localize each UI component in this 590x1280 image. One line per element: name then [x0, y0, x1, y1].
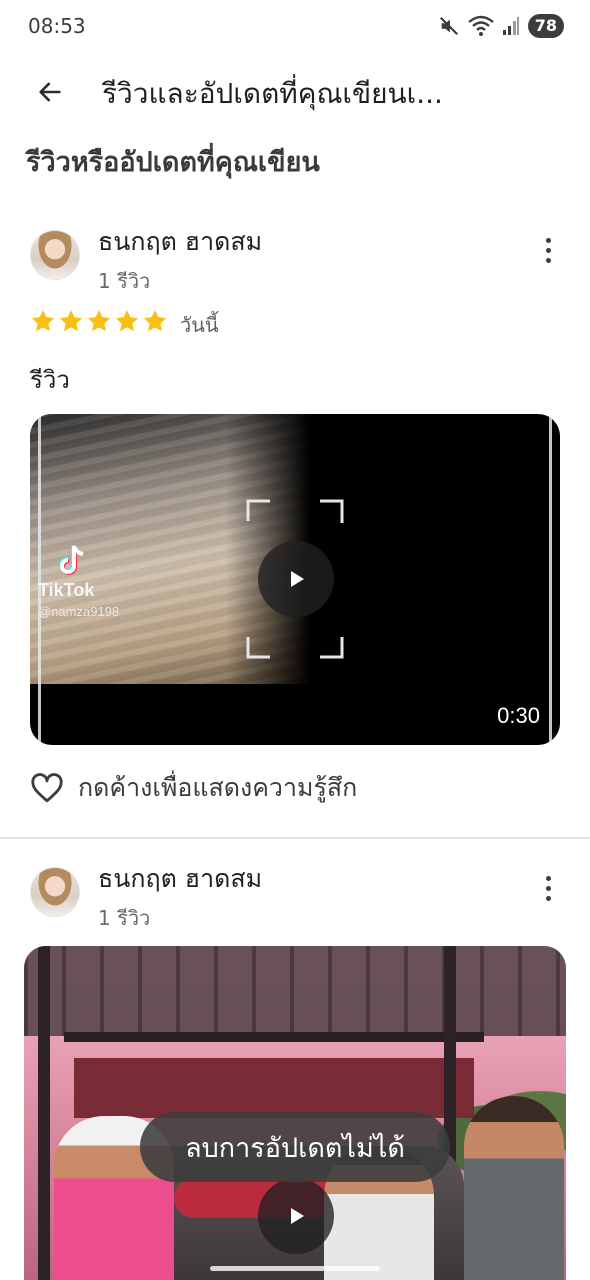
- tiktok-username: @namza9198: [38, 604, 120, 619]
- author-review-count: 1 รีวิว: [98, 269, 151, 293]
- more-vert-icon: [545, 237, 551, 243]
- status-icons: 78: [438, 14, 564, 38]
- app-bar: รีวิวและอัปเดตที่คุณเขียนเ...: [0, 56, 590, 128]
- avatar[interactable]: [30, 230, 80, 280]
- status-time: 08:53: [28, 14, 86, 38]
- heart-outline-icon: [31, 773, 63, 803]
- reaction-button[interactable]: กดค้างเพื่อแสดงความรู้สึก: [30, 768, 357, 808]
- author-review-count: 1 รีวิว: [98, 906, 151, 930]
- gesture-nav-handle[interactable]: [210, 1266, 380, 1271]
- back-button[interactable]: [26, 70, 74, 114]
- play-button[interactable]: [258, 1178, 334, 1254]
- review-video[interactable]: TikTok @namza9198 0:30: [30, 414, 560, 745]
- star-rating: [30, 308, 168, 334]
- play-button[interactable]: [258, 541, 334, 617]
- author-name[interactable]: ธนกฤต ฮาดสม: [98, 222, 262, 262]
- star-icon: [31, 309, 55, 332]
- wifi-icon: [467, 15, 494, 36]
- battery-indicator: 78: [527, 14, 564, 38]
- page-title: รีวิวและอัปเดตที่คุณเขียนเ...: [102, 77, 443, 110]
- star-icon: [59, 309, 83, 332]
- more-options-button[interactable]: [536, 230, 560, 270]
- review-date: วันนี้: [180, 313, 219, 337]
- more-vert-icon: [545, 875, 551, 881]
- author-name[interactable]: ธนกฤต ฮาดสม: [98, 859, 262, 899]
- video-duration: 0:30: [497, 703, 540, 728]
- star-icon: [87, 309, 111, 332]
- mute-icon: [439, 16, 458, 36]
- more-options-button[interactable]: [536, 868, 560, 908]
- signal-icon: [502, 17, 519, 35]
- star-icon: [115, 309, 139, 332]
- avatar[interactable]: [30, 867, 80, 917]
- review-text: รีวิว: [30, 366, 70, 394]
- divider: [0, 837, 590, 839]
- play-icon: [291, 1208, 304, 1224]
- back-arrow-icon: [39, 82, 61, 102]
- section-title: รีวิวหรืออัปเดตที่คุณเขียน: [26, 147, 320, 178]
- play-icon: [291, 571, 304, 587]
- reaction-label: กดค้างเพื่อแสดงความรู้สึก: [78, 773, 358, 802]
- star-icon: [143, 309, 167, 332]
- tiktok-watermark: TikTok: [38, 580, 95, 600]
- tiktok-icon: [59, 545, 84, 575]
- toast-message: ลบการอัปเดตไม่ได้: [140, 1112, 450, 1182]
- status-bar: 08:53 78: [0, 0, 590, 56]
